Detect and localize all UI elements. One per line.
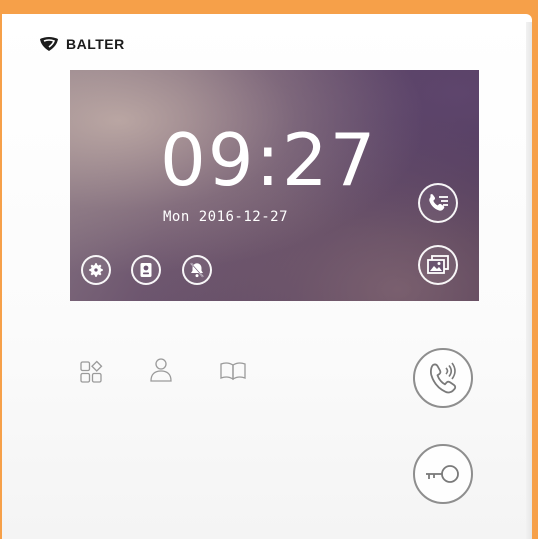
book-touch-key[interactable] [219,360,247,382]
gallery-button[interactable] [418,245,458,285]
book-icon [220,362,246,381]
call-log-icon [429,194,448,211]
clock-time: 09:27 [160,118,378,202]
gallery-icon [427,255,449,274]
panel-edge [526,22,532,539]
answer-call-button[interactable] [413,348,473,408]
bell-mute-icon [190,262,204,278]
user-icon [150,358,172,382]
user-touch-key[interactable] [148,356,174,384]
door-station-button[interactable] [131,255,161,285]
brand-shield-icon [40,37,58,51]
answer-call-icon [430,362,457,394]
mute-button[interactable] [182,255,212,285]
apps-icon [80,360,103,383]
apps-touch-key[interactable] [78,359,104,385]
brand-logo: BALTER [38,36,125,52]
clock-date: Mon 2016-12-27 [163,209,289,225]
intercom-panel: BALTER 09:27 Mon 2016-12-27 [2,14,532,539]
unlock-door-button[interactable] [413,444,473,504]
unlock-key-icon [426,465,459,483]
settings-icon [89,263,103,277]
brand-name: BALTER [66,36,125,52]
call-log-button[interactable] [418,183,458,223]
settings-button[interactable] [81,255,111,285]
display-screen: 09:27 Mon 2016-12-27 [70,70,479,301]
door-station-icon [140,263,152,277]
